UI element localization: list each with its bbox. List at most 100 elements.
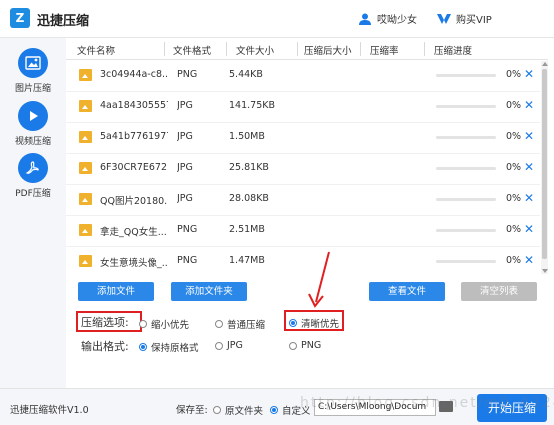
table-row[interactable]: 5a41b7761977... JPG 1.50MB 0% ✕ [66, 123, 540, 154]
table-header: 文件名称 文件格式 文件大小 压缩后大小 压缩率 压缩进度 [66, 38, 548, 60]
clear-list-button[interactable]: 清空列表 [461, 282, 537, 301]
radio-clarity-priority[interactable]: 清晰优先 [289, 316, 339, 330]
progress-bar [436, 105, 496, 108]
play-icon [18, 101, 48, 131]
column-divider [297, 42, 298, 56]
sidebar-item-video[interactable]: 视频压缩 [0, 101, 66, 147]
file-size: 2.51MB [229, 224, 265, 235]
scroll-down-icon[interactable] [542, 269, 548, 273]
column-divider [360, 42, 361, 56]
scroll-up-icon[interactable] [542, 62, 548, 66]
remove-file-icon[interactable]: ✕ [524, 191, 534, 205]
user-account[interactable]: 哎呦少女 [358, 11, 417, 26]
table-row[interactable]: 女生意境头像_... PNG 1.47MB 0% ✕ [66, 247, 540, 274]
progress-percent: 0% [506, 193, 522, 204]
radio-indicator [215, 320, 223, 328]
progress-percent: 0% [506, 100, 522, 111]
table-row[interactable]: 拿走_QQ女生... PNG 2.51MB 0% ✕ [66, 216, 540, 247]
remove-file-icon[interactable]: ✕ [524, 222, 534, 236]
sidebar-item-label: 图片压缩 [14, 84, 51, 94]
radio-keep-format[interactable]: 保持原格式 [139, 340, 199, 354]
file-format: PNG [177, 224, 198, 235]
view-file-button[interactable]: 查看文件 [369, 282, 445, 301]
table-row[interactable]: QQ图片20180... JPG 28.08KB 0% ✕ [66, 185, 540, 216]
sidebar-item-pdf[interactable]: PDF压缩 [0, 153, 66, 199]
column-divider [226, 42, 227, 56]
image-file-icon [79, 162, 92, 174]
sidebar-item-label: PDF压缩 [15, 189, 51, 199]
radio-indicator [270, 406, 278, 414]
file-name: 3c04944a-c8... [100, 69, 168, 80]
file-size: 25.81KB [229, 162, 269, 173]
file-format: JPG [177, 100, 193, 111]
annotation-arrow-icon [308, 251, 330, 308]
table-body: 3c04944a-c8... PNG 5.44KB 0% ✕ 4aa184305… [66, 61, 540, 274]
file-format: JPG [177, 131, 193, 142]
table-scrollbar[interactable] [541, 61, 548, 274]
remove-file-icon[interactable]: ✕ [524, 160, 534, 174]
file-format: JPG [177, 162, 193, 173]
image-file-icon [79, 100, 92, 112]
file-name: 5a41b7761977... [100, 131, 168, 142]
remove-file-icon[interactable]: ✕ [524, 129, 534, 143]
radio-indicator [289, 319, 297, 327]
progress-bar [436, 136, 496, 139]
col-header-ratio: 压缩率 [370, 46, 399, 57]
sidebar: 图片压缩 视频压缩 PDF压缩 [0, 38, 66, 388]
sidebar-item-label: 视频压缩 [14, 137, 51, 147]
progress-bar [436, 229, 496, 232]
image-file-icon [79, 193, 92, 205]
file-size: 5.44KB [229, 69, 263, 80]
scroll-thumb[interactable] [542, 69, 547, 259]
radio-label: 清晰优先 [301, 319, 340, 330]
image-file-icon [79, 131, 92, 143]
image-file-icon [79, 69, 92, 81]
table-row[interactable]: 4aa184305557... JPG 141.75KB 0% ✕ [66, 92, 540, 123]
col-header-progress: 压缩进度 [434, 46, 473, 57]
radio-shrink-priority[interactable]: 缩小优先 [139, 317, 189, 331]
radio-png[interactable]: PNG [289, 340, 321, 351]
column-divider [424, 42, 425, 56]
radio-label: 普通压缩 [227, 320, 266, 331]
file-format: PNG [177, 255, 198, 266]
image-file-icon [79, 255, 92, 267]
remove-file-icon[interactable]: ✕ [524, 253, 534, 267]
col-header-format: 文件格式 [173, 46, 212, 57]
app-logo-icon: Z [10, 8, 30, 28]
add-file-button[interactable]: 添加文件 [78, 282, 154, 301]
file-name: 拿走_QQ女生... [100, 227, 167, 238]
progress-percent: 0% [506, 255, 522, 266]
radio-label: 原文件夹 [225, 406, 264, 417]
file-size: 1.50MB [229, 131, 265, 142]
pdf-icon [18, 153, 48, 183]
col-header-name: 文件名称 [77, 46, 116, 57]
table-row[interactable]: 3c04944a-c8... PNG 5.44KB 0% ✕ [66, 61, 540, 92]
sidebar-item-image[interactable]: 图片压缩 [0, 48, 66, 94]
compress-options-label: 压缩选项: [81, 316, 129, 329]
radio-indicator [213, 406, 221, 414]
radio-jpg[interactable]: JPG [215, 340, 243, 351]
radio-label: PNG [301, 340, 322, 351]
user-name: 哎呦少女 [377, 15, 417, 26]
column-divider [164, 42, 165, 56]
vip-icon [437, 13, 451, 24]
buy-vip-button[interactable]: 购买VIP [436, 11, 492, 26]
add-folder-button[interactable]: 添加文件夹 [171, 282, 247, 301]
file-name: QQ图片20180... [100, 196, 168, 207]
radio-original-folder[interactable]: 原文件夹 [213, 403, 263, 417]
radio-normal-compress[interactable]: 普通压缩 [215, 317, 265, 331]
col-header-size: 文件大小 [236, 46, 275, 57]
remove-file-icon[interactable]: ✕ [524, 67, 534, 81]
version-label: 迅捷压缩软件V1.0 [10, 405, 89, 416]
progress-percent: 0% [506, 69, 522, 80]
progress-bar [436, 167, 496, 170]
table-row[interactable]: 6F30CR7E672... JPG 25.81KB 0% ✕ [66, 154, 540, 185]
progress-percent: 0% [506, 131, 522, 142]
file-size: 1.47MB [229, 255, 265, 266]
progress-percent: 0% [506, 162, 522, 173]
progress-percent: 0% [506, 224, 522, 235]
app-title: 迅捷压缩 [37, 14, 90, 29]
remove-file-icon[interactable]: ✕ [524, 98, 534, 112]
save-to-label: 保存至: [176, 405, 208, 416]
file-table: 文件名称 文件格式 文件大小 压缩后大小 压缩率 压缩进度 3c04944a-c… [66, 38, 548, 274]
